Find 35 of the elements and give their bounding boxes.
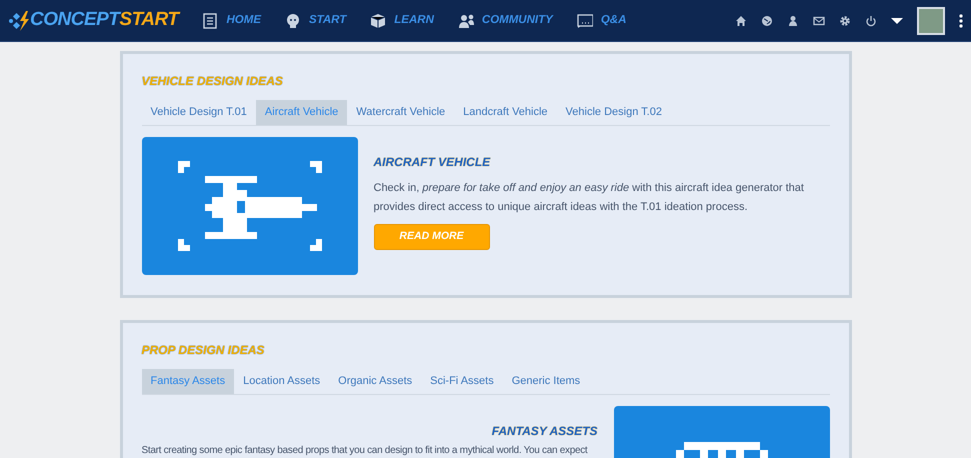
section-title: VEHICLE DESIGN IDEAS xyxy=(142,74,284,88)
feature-title: FANTASY ASSETS xyxy=(490,423,598,440)
tab[interactable]: Generic Items xyxy=(502,369,590,394)
home-icon[interactable] xyxy=(735,14,747,26)
cube-icon[interactable] xyxy=(370,12,386,28)
tab[interactable]: Location Assets xyxy=(234,369,330,394)
tab[interactable]: Vehicle Design T.01 xyxy=(142,100,256,125)
tab[interactable]: Organic Assets xyxy=(329,369,422,394)
people-icon[interactable] xyxy=(458,12,474,28)
feature-description: Check in, prepare for take off and enjoy an easy ride with this aircraft idea generator that provides direct access to unique aircraft ideas with the T.01 ideation process. xyxy=(374,181,805,215)
lightbulb-icon[interactable] xyxy=(284,12,301,28)
power-icon[interactable] xyxy=(865,14,877,26)
mail-icon[interactable] xyxy=(813,14,825,26)
settings-icon[interactable] xyxy=(839,14,851,26)
section-title: PROP DESIGN IDEAS xyxy=(142,343,266,357)
tab[interactable]: Aircraft Vehicle xyxy=(256,100,348,125)
nav-link[interactable]: START xyxy=(308,12,346,30)
tab[interactable]: Watercraft Vehicle xyxy=(347,100,454,125)
chat-icon[interactable] xyxy=(576,12,593,28)
nav-link[interactable]: COMMUNITY xyxy=(482,12,553,30)
nav-link[interactable]: LEARN xyxy=(394,12,434,30)
brand-logo[interactable]: CONCEPTSTART xyxy=(8,6,178,35)
more-menu-icon[interactable] xyxy=(959,14,963,28)
tab[interactable]: Vehicle Design T.02 xyxy=(556,100,671,125)
document-icon[interactable] xyxy=(202,12,218,28)
tab[interactable]: Fantasy Assets xyxy=(142,369,234,394)
globe-icon[interactable] xyxy=(761,14,773,26)
tab[interactable]: Sci-Fi Assets xyxy=(421,369,503,394)
feature-title: AIRCRAFT VEHICLE xyxy=(374,154,492,171)
nav-link[interactable]: HOME xyxy=(226,12,261,30)
nav-link[interactable]: Q&A xyxy=(600,12,626,30)
feature-description: Start creating some epic fantasy based props that you can design to fit into a mythical world. You can expect xyxy=(142,444,589,457)
person-icon[interactable] xyxy=(787,14,799,26)
bolt-logo-icon xyxy=(8,10,30,32)
tab[interactable]: Landcraft Vehicle xyxy=(454,100,557,125)
